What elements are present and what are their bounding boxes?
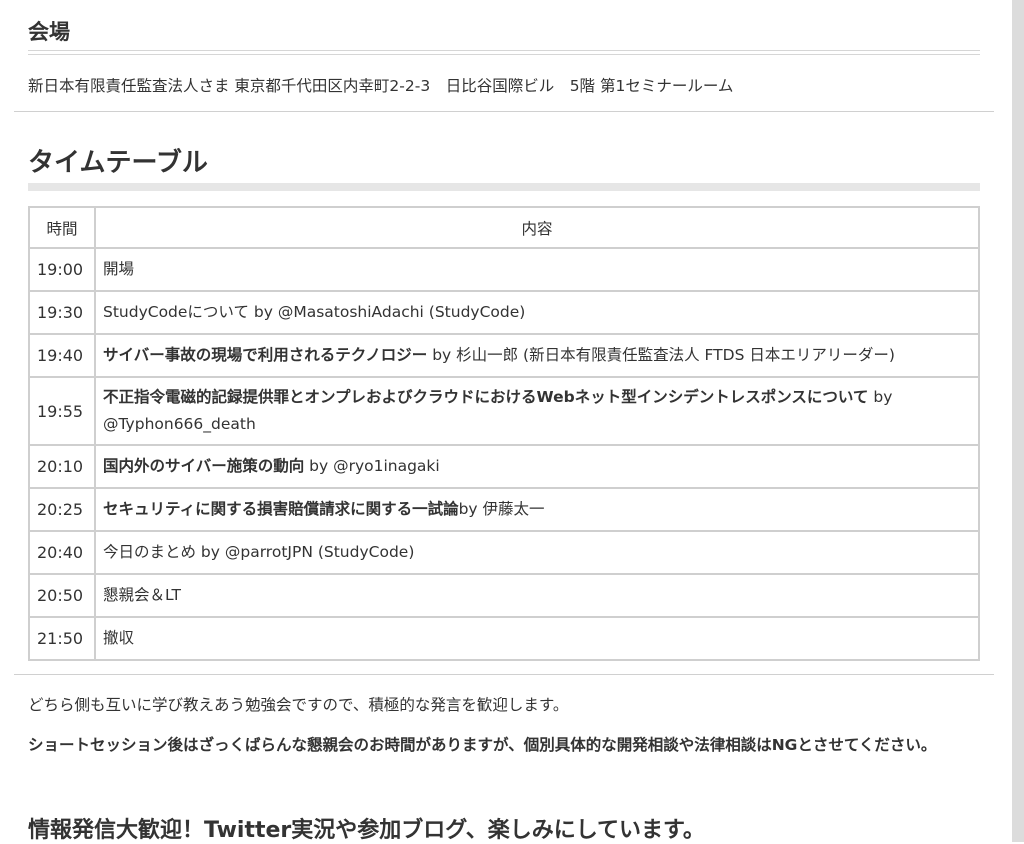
session-title: 不正指令電磁的記録提供罪とオンプレおよびクラウドにおけるWebネット型インシデン… xyxy=(103,388,869,406)
content-cell: 国内外のサイバー施策の動向 by @ryo1inagaki xyxy=(94,444,980,489)
table-row: 20:40 今日のまとめ by @parrotJPN (StudyCode) xyxy=(28,530,980,575)
content-cell: StudyCodeについて by @MasatoshiAdachi (Study… xyxy=(94,290,980,335)
table-row: 20:50 懇親会＆LT xyxy=(28,573,980,618)
table-row: 21:50 撤収 xyxy=(28,616,980,661)
session-details: StudyCodeについて by @MasatoshiAdachi (Study… xyxy=(103,303,526,321)
venue-address: 新日本有限責任監査法人さま 東京都千代田区内幸町2-2-3 日比谷国際ビル 5階… xyxy=(28,77,734,95)
table-row: 20:10 国内外のサイバー施策の動向 by @ryo1inagaki xyxy=(28,444,980,489)
time-cell: 19:30 xyxy=(28,290,96,335)
time-cell: 20:50 xyxy=(28,573,96,618)
section-divider xyxy=(14,674,994,675)
column-header-content: 内容 xyxy=(94,206,980,249)
time-cell: 19:55 xyxy=(28,376,96,446)
session-details: by 杉山一郎 (新日本有限責任監査法人 FTDS 日本エリアリーダー) xyxy=(427,346,895,364)
note-policy: ショートセッション後はざっくばらんな懇親会のお時間がありますが、個別具体的な開発… xyxy=(28,736,937,754)
session-details: 開場 xyxy=(103,260,135,278)
session-details: 撤収 xyxy=(103,629,135,647)
venue-heading-rule xyxy=(28,50,980,55)
timetable-table: 時間 内容 19:00 開場 19:30 StudyCodeについて by @M… xyxy=(28,206,980,661)
closing-message: 情報発信大歓迎！Twitter実況や参加ブログ、楽しみにしています。 xyxy=(28,818,705,843)
session-title: サイバー事故の現場で利用されるテクノロジー xyxy=(103,346,428,364)
table-row: 19:40 サイバー事故の現場で利用されるテクノロジー by 杉山一郎 (新日本… xyxy=(28,333,980,378)
time-cell: 20:10 xyxy=(28,444,96,489)
content-cell: 撤収 xyxy=(94,616,980,661)
time-cell: 21:50 xyxy=(28,616,96,661)
session-title: セキュリティに関する損害賠償請求に関する一試論 xyxy=(103,500,459,518)
time-cell: 19:00 xyxy=(28,247,96,292)
note-welcome: どちら側も互いに学び教えあう勉強会ですので、積極的な発言を歓迎します。 xyxy=(28,696,569,714)
content-cell: 不正指令電磁的記録提供罪とオンプレおよびクラウドにおけるWebネット型インシデン… xyxy=(94,376,980,446)
venue-heading: 会場 xyxy=(28,20,70,44)
table-row: 19:00 開場 xyxy=(28,247,980,292)
scrollbar-track[interactable] xyxy=(1012,0,1024,842)
session-details: by @ryo1inagaki xyxy=(304,457,440,475)
session-details: 今日のまとめ by @parrotJPN (StudyCode) xyxy=(103,543,415,561)
table-header-row: 時間 内容 xyxy=(28,206,980,249)
table-row: 19:30 StudyCodeについて by @MasatoshiAdachi … xyxy=(28,290,980,335)
content-cell: 今日のまとめ by @parrotJPN (StudyCode) xyxy=(94,530,980,575)
section-divider xyxy=(14,111,994,112)
content-cell: サイバー事故の現場で利用されるテクノロジー by 杉山一郎 (新日本有限責任監査… xyxy=(94,333,980,378)
column-header-time: 時間 xyxy=(28,206,96,249)
time-cell: 19:40 xyxy=(28,333,96,378)
session-title: 国内外のサイバー施策の動向 xyxy=(103,457,305,475)
session-details: 懇親会＆LT xyxy=(103,586,181,604)
session-details: by 伊藤太一 xyxy=(458,500,545,518)
content-cell: 開場 xyxy=(94,247,980,292)
content-cell: 懇親会＆LT xyxy=(94,573,980,618)
time-cell: 20:25 xyxy=(28,487,96,532)
time-cell: 20:40 xyxy=(28,530,96,575)
timetable-heading-rule xyxy=(28,183,980,191)
content-cell: セキュリティに関する損害賠償請求に関する一試論by 伊藤太一 xyxy=(94,487,980,532)
timetable-heading: タイムテーブル xyxy=(28,148,208,178)
table-row: 19:55 不正指令電磁的記録提供罪とオンプレおよびクラウドにおけるWebネット… xyxy=(28,376,980,446)
table-row: 20:25 セキュリティに関する損害賠償請求に関する一試論by 伊藤太一 xyxy=(28,487,980,532)
